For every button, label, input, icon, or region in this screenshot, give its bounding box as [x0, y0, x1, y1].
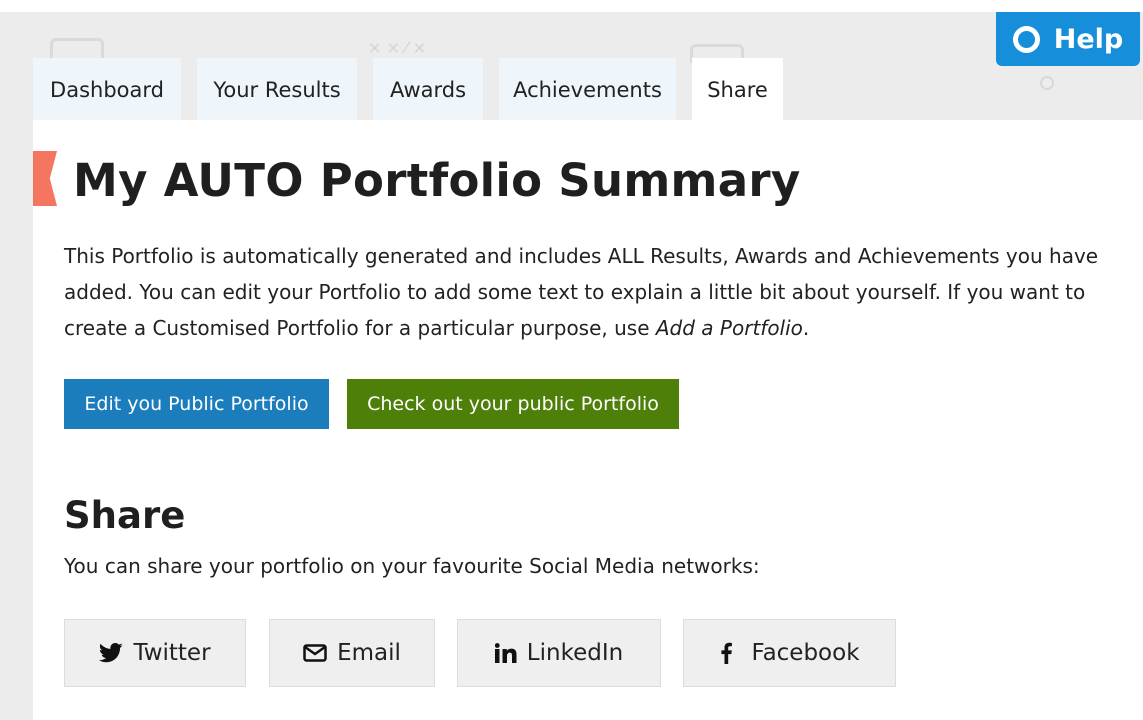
share-heading: Share: [64, 494, 186, 537]
add-portfolio-reference: Add a Portfolio: [655, 316, 803, 340]
tab-share[interactable]: Share: [692, 58, 783, 122]
check-public-portfolio-button[interactable]: Check out your public Portfolio: [347, 379, 679, 429]
facebook-label: Facebook: [751, 640, 860, 666]
email-label: Email: [337, 640, 401, 666]
linkedin-share-button[interactable]: LinkedIn: [457, 619, 661, 687]
linkedin-label: LinkedIn: [526, 640, 624, 666]
help-ring-icon: [1012, 25, 1040, 53]
edit-public-portfolio-button[interactable]: Edit you Public Portfolio: [64, 379, 329, 429]
email-share-button[interactable]: Email: [269, 619, 435, 687]
twitter-label: Twitter: [133, 640, 211, 666]
intro-paragraph: This Portfolio is automatically generate…: [64, 238, 1114, 346]
title-ribbon-marker: [33, 151, 57, 206]
twitter-share-button[interactable]: Twitter: [64, 619, 246, 687]
tab-achievements[interactable]: Achievements: [499, 58, 676, 120]
main-panel: My AUTO Portfolio Summary This Portfolio…: [33, 120, 1143, 720]
linkedin-icon: [494, 643, 517, 663]
top-bar: [0, 0, 1143, 12]
facebook-icon: [721, 642, 733, 664]
intro-text: This Portfolio is automatically generate…: [64, 244, 1099, 340]
tab-awards[interactable]: Awards: [373, 58, 483, 120]
facebook-share-button[interactable]: Facebook: [683, 619, 896, 687]
help-label: Help: [1053, 23, 1124, 55]
share-description: You can share your portfolio on your fav…: [64, 554, 760, 578]
intro-end: .: [802, 316, 810, 340]
background-doodle-icon: [1040, 76, 1054, 90]
background-doodle-icon: × × ⁄ ×: [368, 38, 427, 57]
envelope-icon: [303, 644, 327, 662]
tab-dashboard[interactable]: Dashboard: [33, 58, 181, 120]
tab-your-results[interactable]: Your Results: [197, 58, 357, 120]
page-title: My AUTO Portfolio Summary: [73, 154, 801, 207]
twitter-icon: [99, 643, 124, 663]
help-button[interactable]: Help: [996, 12, 1140, 66]
